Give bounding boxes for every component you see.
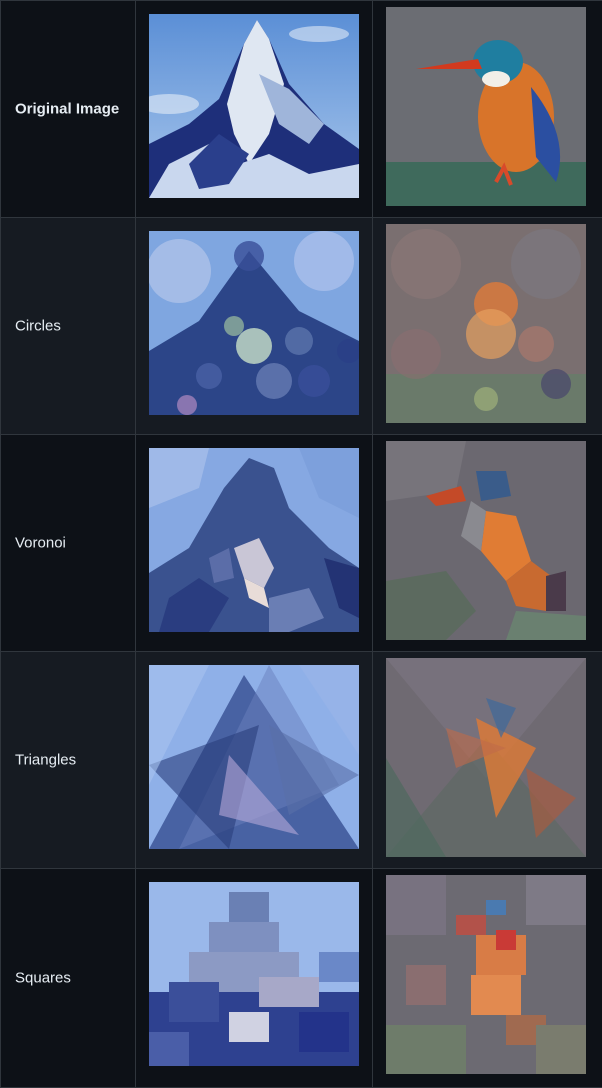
image-cell-mountain — [136, 652, 373, 869]
row-label-original: Original Image — [15, 101, 119, 118]
row-triangles: Triangles — [1, 652, 602, 869]
mountain-squares-image — [149, 882, 359, 1066]
image-cell-bird — [373, 869, 602, 1088]
row-label-cell: Original Image — [1, 1, 136, 218]
image-cell-mountain — [136, 1, 373, 218]
kingfisher-triangles-image — [386, 658, 586, 857]
mountain-triangles-image — [149, 665, 359, 849]
row-label-cell: Circles — [1, 218, 136, 435]
image-cell-bird — [373, 652, 602, 869]
image-cell-mountain — [136, 218, 373, 435]
kingfisher-circles-image — [386, 224, 586, 423]
image-cell-bird — [373, 435, 602, 652]
row-circles: Circles — [1, 218, 602, 435]
image-cell-bird — [373, 218, 602, 435]
row-label-triangles: Triangles — [15, 752, 76, 769]
image-cell-mountain — [136, 435, 373, 652]
mountain-circles-image — [149, 231, 359, 415]
mountain-original-image — [149, 14, 359, 198]
kingfisher-voronoi-image — [386, 441, 586, 640]
image-cell-bird — [373, 1, 602, 218]
mountain-voronoi-image — [149, 448, 359, 632]
row-label-voronoi: Voronoi — [15, 535, 66, 552]
row-original: Original Image — [1, 1, 602, 218]
row-label-cell: Triangles — [1, 652, 136, 869]
row-label-circles: Circles — [15, 318, 61, 335]
row-voronoi: Voronoi — [1, 435, 602, 652]
row-label-cell: Squares — [1, 869, 136, 1088]
image-cell-mountain — [136, 869, 373, 1088]
row-label-squares: Squares — [15, 970, 71, 987]
results-table: Original Image — [0, 0, 602, 1088]
row-squares: Squares — [1, 869, 602, 1088]
kingfisher-squares-image — [386, 875, 586, 1074]
kingfisher-original-image — [386, 7, 586, 206]
row-label-cell: Voronoi — [1, 435, 136, 652]
